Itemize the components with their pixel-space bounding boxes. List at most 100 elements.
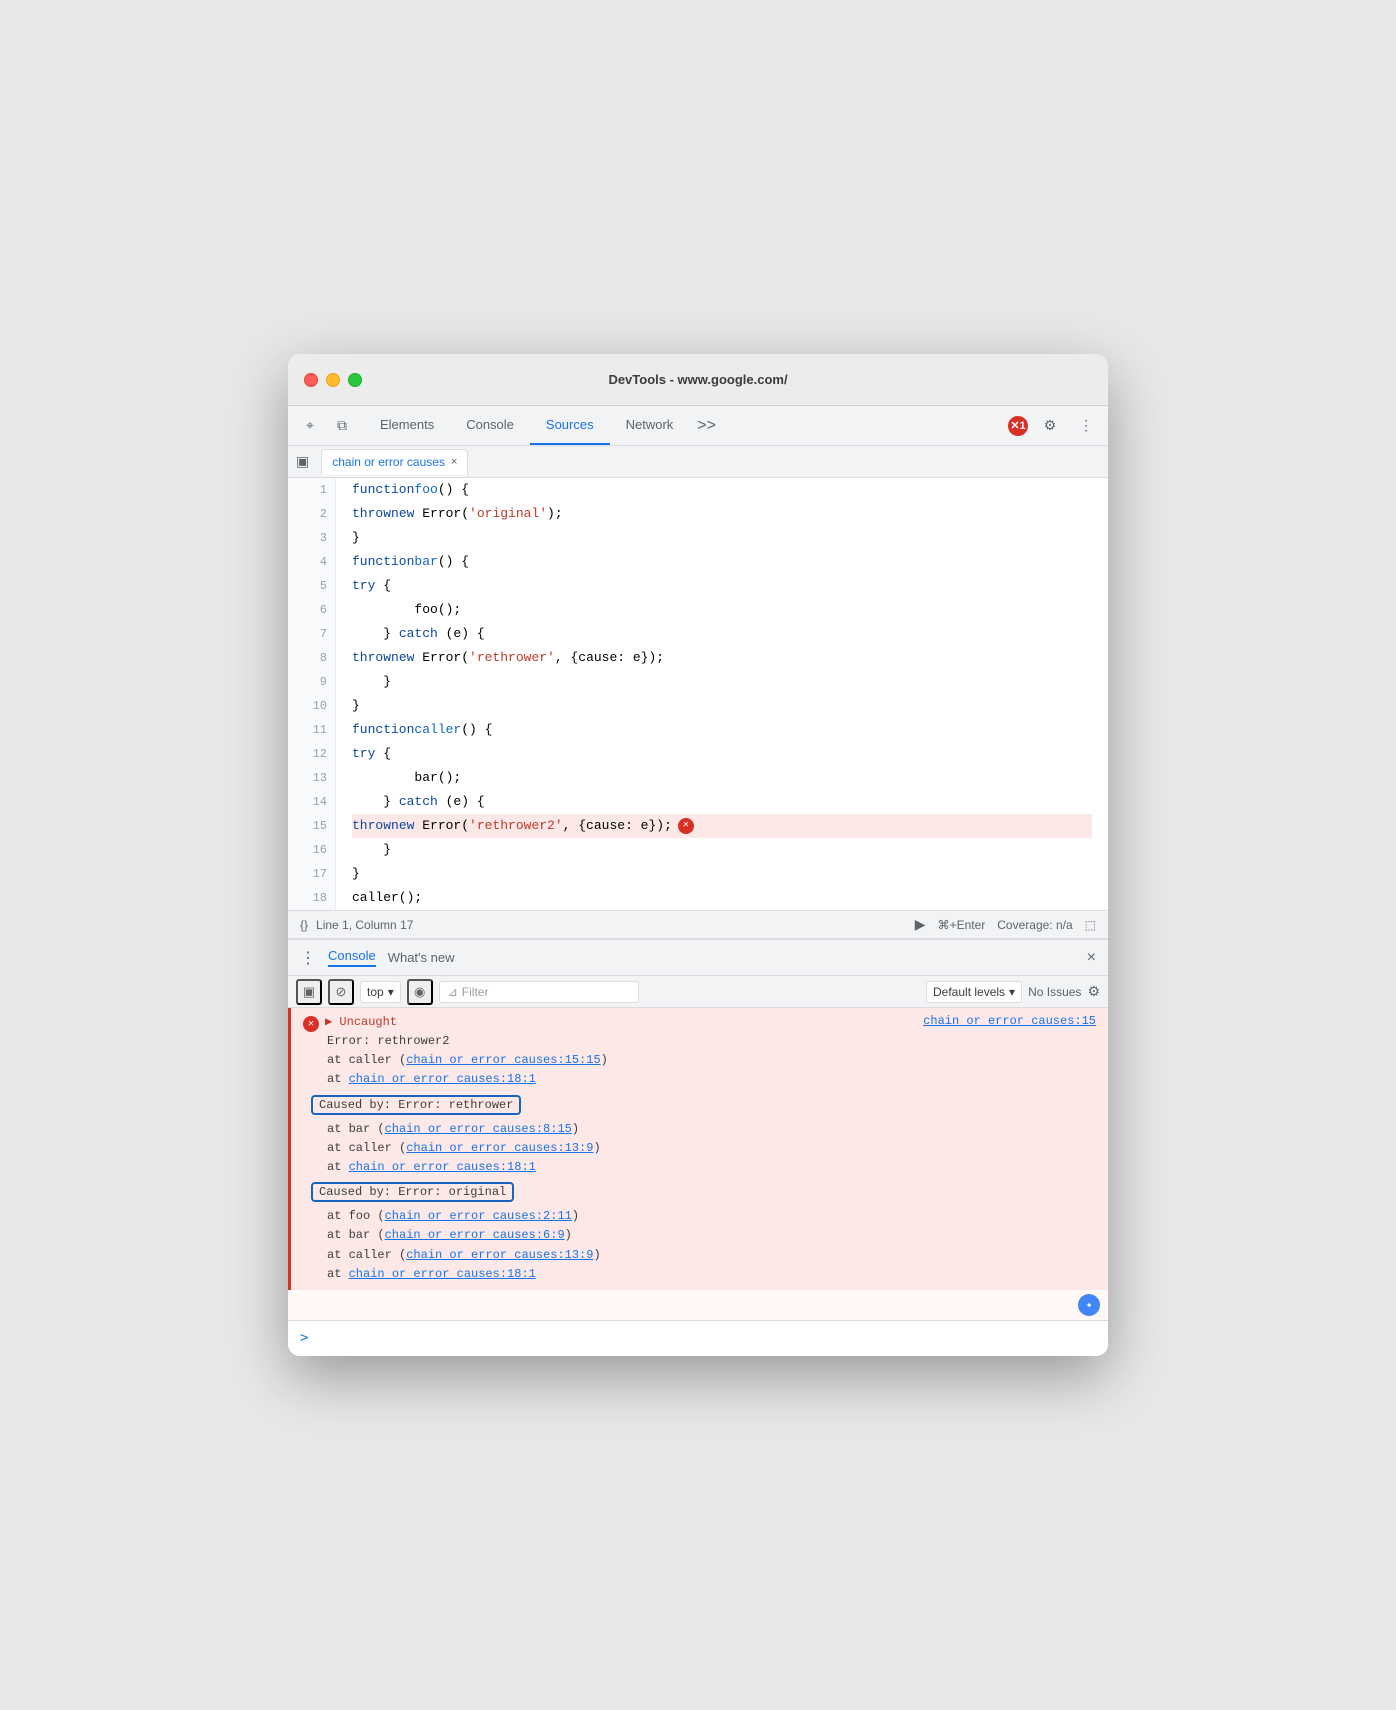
tab-whats-new[interactable]: What's new (388, 950, 455, 965)
top-selector[interactable]: top ▾ (360, 981, 401, 1003)
eye-icon[interactable]: ◉ (407, 979, 433, 1005)
tab-console[interactable]: Console (450, 406, 530, 445)
error-icon-inline: ✕ (678, 818, 694, 834)
code-line-4: function bar() { (352, 550, 1092, 574)
error-dot-icon: ✕ (303, 1016, 319, 1032)
tab-elements[interactable]: Elements (364, 406, 450, 445)
sidebar-toggle-icon[interactable]: ▣ (296, 453, 309, 470)
devtools-icons: ⌖ ⧉ (296, 412, 356, 440)
filter-label: Filter (462, 985, 489, 999)
titlebar: DevTools - www.google.com/ (288, 354, 1108, 406)
code-line-11: function caller() { (352, 718, 1092, 742)
devtools-tabs: Elements Console Sources Network >> (364, 406, 1008, 445)
cb2-stack-3: at chain or error causes:18:1 (303, 1265, 1096, 1284)
status-left: {} Line 1, Column 17 (300, 918, 413, 932)
error-type-line: Error: rethrower2 (303, 1032, 1096, 1051)
tab-console-active[interactable]: Console (328, 948, 376, 967)
minimize-button[interactable] (326, 373, 340, 387)
cb1-link-2[interactable]: chain or error causes:18:1 (349, 1160, 536, 1174)
maximize-button[interactable] (348, 373, 362, 387)
console-toolbar: ▣ ⊘ top ▾ ◉ ⊿ Filter Default levels ▾ No… (288, 976, 1108, 1008)
line-numbers: 12345 678910 1112131415 161718 (288, 478, 336, 910)
console-input-field[interactable] (316, 1331, 1096, 1345)
code-line-10: } (352, 694, 1092, 718)
run-button[interactable]: ▶ (915, 916, 926, 933)
console-area: ⋮ Console What's new × ▣ ⊘ top ▾ ◉ ⊿ Fil… (288, 938, 1108, 1356)
cb2-link-2[interactable]: chain or error causes:13:9 (406, 1248, 593, 1262)
caused-by-2-box: Caused by: Error: original (311, 1182, 514, 1202)
code-line-16: } (352, 838, 1092, 862)
ai-icon[interactable]: ✦ (1078, 1294, 1100, 1316)
code-line-3: } (352, 526, 1092, 550)
caused-by-2-container: Caused by: Error: original (303, 1180, 1096, 1204)
cb1-stack-1: at caller (chain or error causes:13:9) (303, 1139, 1096, 1158)
code-line-13: bar(); (352, 766, 1092, 790)
uncaught-label: ▶ Uncaught (325, 1014, 397, 1029)
status-bar: {} Line 1, Column 17 ▶ ⌘+Enter Coverage:… (288, 910, 1108, 938)
cb1-link-0[interactable]: chain or error causes:8:15 (385, 1122, 572, 1136)
filter-icon: ⊿ (448, 985, 458, 999)
code-line-18: caller(); (352, 886, 1092, 910)
filter-box[interactable]: ⊿ Filter (439, 981, 639, 1003)
screenshot-icon[interactable]: ⬚ (1085, 918, 1096, 932)
default-levels-label: Default levels (933, 985, 1005, 999)
settings-icon[interactable]: ⚙ (1036, 412, 1064, 440)
code-line-5: try { (352, 574, 1092, 598)
no-issues-label: No Issues (1028, 985, 1081, 999)
cb1-stack-2: at chain or error causes:18:1 (303, 1158, 1096, 1177)
error-source-link[interactable]: chain or error causes:15 (923, 1014, 1096, 1028)
cb2-link-3[interactable]: chain or error causes:18:1 (349, 1267, 536, 1281)
console-close-icon[interactable]: × (1087, 949, 1096, 967)
tab-sources[interactable]: Sources (530, 406, 610, 445)
window-controls (304, 373, 362, 387)
console-more-icon[interactable]: ⋮ (300, 948, 316, 968)
cb2-stack-0: at foo (chain or error causes:2:11) (303, 1207, 1096, 1226)
close-button[interactable] (304, 373, 318, 387)
clear-console-icon[interactable]: ⊘ (328, 979, 354, 1005)
stack-link-0[interactable]: chain or error causes:15:15 (406, 1053, 600, 1067)
top-chevron-icon: ▾ (388, 985, 394, 999)
error-badge: ✕ 1 (1008, 416, 1028, 436)
more-tabs-button[interactable]: >> (689, 417, 724, 435)
cb1-stack-0: at bar (chain or error causes:8:15) (303, 1120, 1096, 1139)
code-lines: function foo() { throw new Error('origin… (336, 478, 1108, 910)
tab-network[interactable]: Network (610, 406, 690, 445)
code-line-7: } catch (e) { (352, 622, 1092, 646)
format-icon[interactable]: {} (300, 918, 308, 932)
ai-button-row: ✦ (288, 1290, 1108, 1320)
cb2-stack-1: at bar (chain or error causes:6:9) (303, 1226, 1096, 1245)
cursor-icon[interactable]: ⌖ (296, 412, 324, 440)
layers-icon[interactable]: ⧉ (328, 412, 356, 440)
cb2-link-0[interactable]: chain or error causes:2:11 (385, 1209, 572, 1223)
cb1-link-1[interactable]: chain or error causes:13:9 (406, 1141, 593, 1155)
devtools-topbar: ⌖ ⧉ Elements Console Sources Network >> … (288, 406, 1108, 446)
default-levels-selector[interactable]: Default levels ▾ (926, 981, 1022, 1003)
more-options-icon[interactable]: ⋮ (1072, 412, 1100, 440)
stack-link-1[interactable]: chain or error causes:18:1 (349, 1072, 536, 1086)
error-x-icon: ✕ (1010, 419, 1019, 432)
code-line-15: throw new Error('rethrower2', {cause: e}… (352, 814, 1092, 838)
console-prompt: > (300, 1330, 308, 1346)
code-line-1: function foo() { (352, 478, 1092, 502)
console-sidebar-toggle[interactable]: ▣ (296, 979, 322, 1005)
cb2-link-1[interactable]: chain or error causes:6:9 (385, 1228, 565, 1242)
file-tab-name: chain or error causes (332, 455, 445, 469)
console-settings-icon[interactable]: ⚙ (1087, 983, 1100, 1000)
levels-chevron-icon: ▾ (1009, 985, 1015, 999)
file-tab-close[interactable]: × (451, 457, 457, 468)
console-messages: ✕ ▶ Uncaught chain or error causes:15 Er… (288, 1008, 1108, 1320)
code-line-6: foo(); (352, 598, 1092, 622)
window-title: DevTools - www.google.com/ (608, 372, 787, 387)
console-input-area: > (288, 1320, 1108, 1356)
code-line-14: } catch (e) { (352, 790, 1092, 814)
cb2-stack-2: at caller (chain or error causes:13:9) (303, 1246, 1096, 1265)
top-label: top (367, 985, 384, 999)
file-tab[interactable]: chain or error causes × (321, 449, 468, 475)
stack-line-0: at caller (chain or error causes:15:15) (303, 1051, 1096, 1070)
code-line-9: } (352, 670, 1092, 694)
devtools-window: DevTools - www.google.com/ ⌖ ⧉ Elements … (288, 354, 1108, 1356)
code-line-8: throw new Error('rethrower', {cause: e})… (352, 646, 1092, 670)
code-content: 12345 678910 1112131415 161718 function … (288, 478, 1108, 910)
position-info: Line 1, Column 17 (316, 918, 413, 932)
run-shortcut: ⌘+Enter (938, 918, 986, 932)
